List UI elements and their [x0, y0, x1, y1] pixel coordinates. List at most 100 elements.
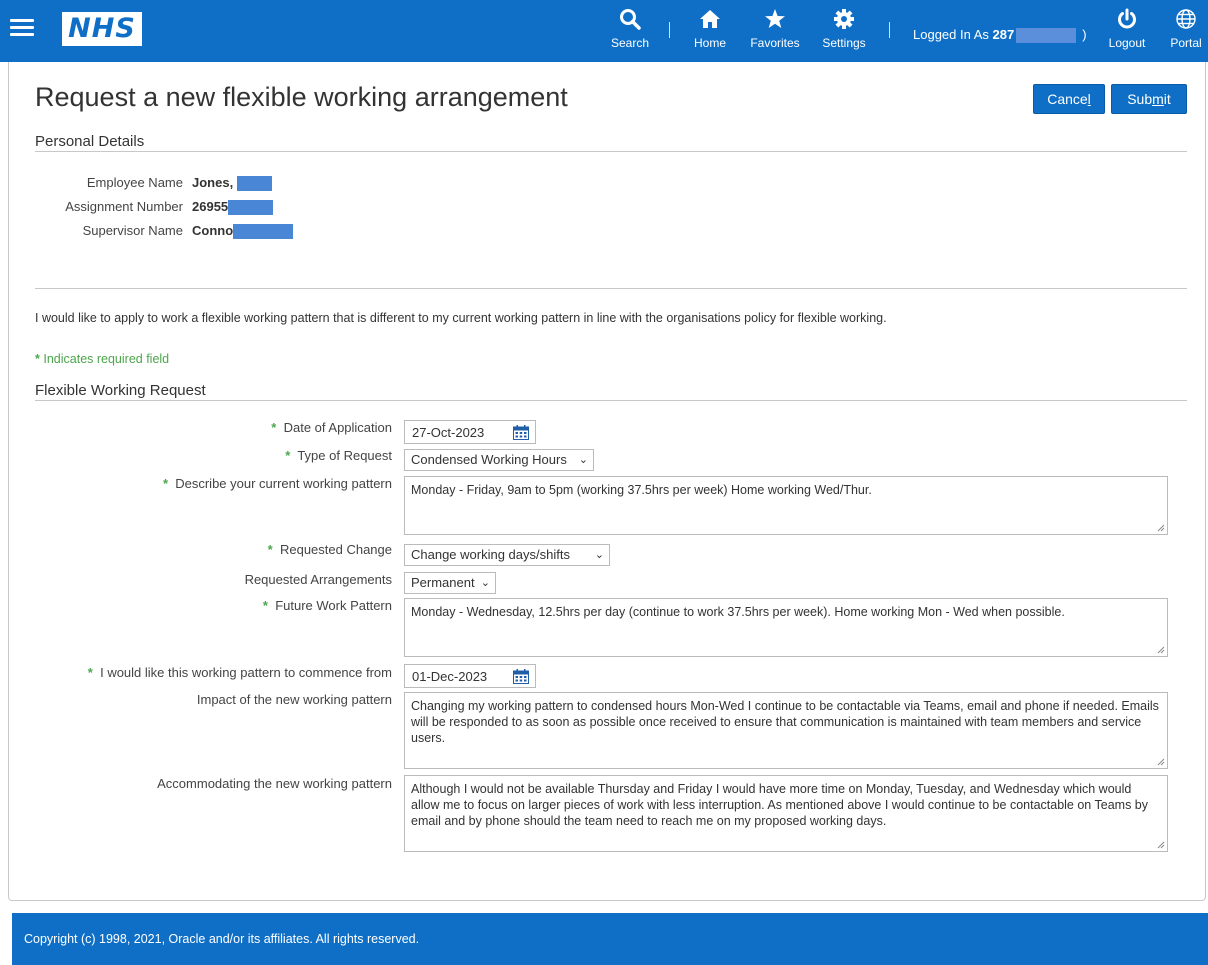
required-star: * — [162, 476, 168, 491]
calendar-icon[interactable] — [513, 425, 529, 440]
nhs-logo[interactable]: NHS — [62, 12, 142, 46]
chevron-down-icon: ⌄ — [480, 577, 490, 589]
commence-date-label: * I would like this working pattern to c… — [88, 665, 392, 680]
date-of-application-value: 27-Oct-2023 — [412, 425, 485, 440]
favorites-button[interactable]: Favorites — [746, 8, 804, 50]
main-content: Request a new flexible working arrangeme… — [8, 62, 1206, 901]
logged-in-user[interactable]: Logged In As 287) — [913, 27, 1087, 44]
type-of-request-select[interactable]: Condensed Working Hours ⌄ — [404, 449, 594, 471]
chevron-down-icon: ⌄ — [578, 454, 588, 466]
nav-divider — [669, 22, 670, 38]
supervisor-name-label: Supervisor Name — [82, 223, 183, 238]
future-pattern-label: * Future Work Pattern — [263, 598, 392, 613]
nav-divider — [889, 22, 890, 38]
required-note-text: Indicates required field — [43, 352, 170, 366]
submit-accesskey: m — [1152, 91, 1164, 107]
requested-change-text: Requested Change — [279, 542, 392, 557]
search-icon — [611, 8, 649, 34]
cancel-button[interactable]: Cancel — [1033, 84, 1105, 114]
required-star: * — [262, 598, 268, 613]
calendar-icon[interactable] — [513, 669, 529, 684]
required-star: * — [267, 542, 273, 557]
portal-button[interactable]: Portal — [1166, 8, 1206, 50]
home-label: Home — [693, 36, 726, 50]
employee-name-value: Jones, — [192, 175, 272, 192]
redaction-box — [233, 224, 294, 240]
personal-details-heading: Personal Details — [35, 133, 145, 150]
impact-label: Impact of the new working pattern — [196, 692, 392, 707]
current-pattern-textarea[interactable]: Monday - Friday, 9am to 5pm (working 37.… — [404, 476, 1168, 535]
commence-date-input[interactable]: 01-Dec-2023 — [404, 664, 536, 688]
required-star: * — [87, 665, 93, 680]
requested-change-select[interactable]: Change working days/shifts ⌄ — [404, 544, 610, 566]
resize-grip-icon[interactable] — [1157, 758, 1165, 766]
flexible-working-heading: Flexible Working Request — [35, 382, 206, 399]
logout-button[interactable]: Logout — [1105, 8, 1149, 50]
logged-in-prefix: Logged In As — [913, 27, 989, 42]
assignment-number-text: 26955 — [192, 199, 229, 214]
submit-label-tail: it — [1163, 91, 1171, 107]
footer: Copyright (c) 1998, 2021, Oracle and/or … — [12, 913, 1208, 965]
current-pattern-value: Monday - Friday, 9am to 5pm (working 37.… — [411, 483, 872, 497]
section-divider — [35, 288, 1187, 289]
logout-label: Logout — [1108, 36, 1146, 50]
redaction-box — [228, 200, 274, 216]
search-label: Search — [611, 36, 650, 50]
current-pattern-text: Describe your current working pattern — [175, 476, 392, 491]
future-pattern-value: Monday - Wednesday, 12.5hrs per day (con… — [411, 605, 1065, 619]
current-pattern-label: * Describe your current working pattern — [163, 476, 392, 491]
assignment-number-value: 26955 — [192, 199, 274, 216]
search-button[interactable]: Search — [611, 8, 649, 50]
settings-label: Settings — [822, 36, 866, 50]
accommodating-value: Although I would not be available Thursd… — [411, 782, 1148, 828]
settings-button[interactable]: Settings — [818, 8, 870, 50]
redaction-box — [236, 176, 272, 192]
intro-text: I would like to apply to work a flexible… — [35, 311, 887, 325]
accommodating-label: Accommodating the new working pattern — [157, 776, 392, 791]
accommodating-textarea[interactable]: Although I would not be available Thursd… — [404, 775, 1168, 852]
resize-grip-icon[interactable] — [1157, 524, 1165, 532]
requested-arrangements-label: Requested Arrangements — [244, 572, 392, 587]
type-of-request-text: Type of Request — [297, 448, 392, 463]
supervisor-name-text: Conno — [192, 223, 234, 238]
required-star: * — [35, 352, 40, 366]
cancel-label: Cance — [1047, 91, 1088, 107]
employee-name-label: Employee Name — [86, 175, 183, 190]
requested-arrangements-value: Permanent — [411, 575, 475, 590]
submit-label: Sub — [1127, 91, 1153, 107]
type-of-request-label: * Type of Request — [285, 448, 392, 463]
portal-label: Portal — [1170, 36, 1202, 50]
required-star: * — [285, 448, 291, 463]
redaction-box — [1016, 28, 1077, 44]
chevron-down-icon: ⌄ — [594, 549, 604, 561]
impact-value: Changing my working pattern to condensed… — [411, 699, 1159, 745]
impact-textarea[interactable]: Changing my working pattern to condensed… — [404, 692, 1168, 769]
logged-in-id: 287 — [992, 27, 1015, 42]
future-pattern-textarea[interactable]: Monday - Wednesday, 12.5hrs per day (con… — [404, 598, 1168, 657]
date-of-application-label: * Date of Application — [271, 420, 392, 435]
submit-button[interactable]: Submit — [1111, 84, 1187, 114]
star-icon — [746, 8, 804, 34]
page-title: Request a new flexible working arrangeme… — [35, 82, 568, 112]
section-divider — [35, 400, 1187, 401]
globe-icon — [1166, 8, 1206, 34]
required-star: * — [271, 420, 277, 435]
logged-in-suffix: ) — [1082, 27, 1087, 42]
assignment-number-label: Assignment Number — [65, 199, 183, 214]
requested-change-label: * Requested Change — [268, 542, 392, 557]
commence-date-text: I would like this working pattern to com… — [100, 665, 392, 680]
date-of-application-input[interactable]: 27-Oct-2023 — [404, 420, 536, 444]
supervisor-name-value: Conno — [192, 223, 294, 240]
home-icon — [689, 8, 731, 34]
required-field-note: * Indicates required field — [35, 352, 169, 366]
top-navigation-bar: NHS Search Home Favorites Settings Logge… — [0, 0, 1208, 62]
home-button[interactable]: Home — [689, 8, 731, 50]
favorites-label: Favorites — [750, 36, 800, 50]
menu-icon[interactable] — [10, 19, 34, 37]
resize-grip-icon[interactable] — [1157, 646, 1165, 654]
resize-grip-icon[interactable] — [1157, 841, 1165, 849]
cancel-accesskey: l — [1087, 91, 1091, 107]
type-of-request-value: Condensed Working Hours — [411, 452, 567, 467]
requested-arrangements-select[interactable]: Permanent ⌄ — [404, 572, 496, 594]
employee-name-text: Jones, — [192, 175, 237, 190]
